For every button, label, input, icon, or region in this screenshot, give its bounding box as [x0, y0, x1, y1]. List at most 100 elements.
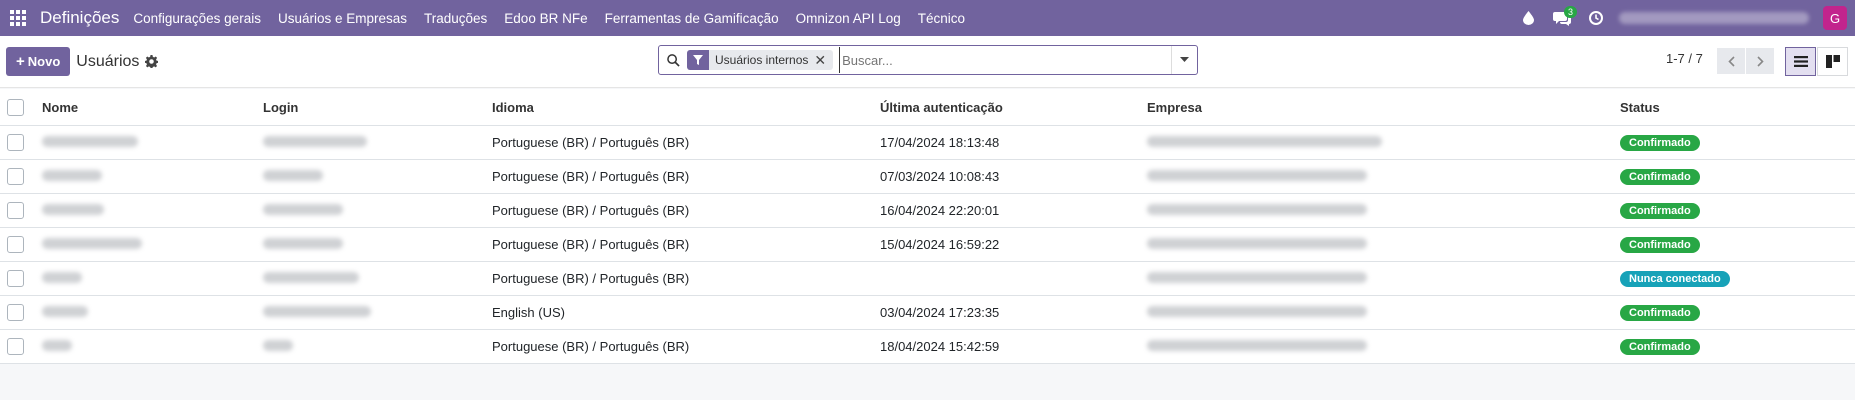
- last-auth-cell: 03/04/2024 17:23:35: [880, 305, 1000, 320]
- language-cell: English (US): [492, 305, 565, 320]
- plus-icon: +: [16, 53, 25, 70]
- app-title[interactable]: Definições: [40, 8, 119, 28]
- last-auth-cell: 17/04/2024 18:13:48: [880, 135, 1000, 150]
- control-panel: + Novo Usuários Usuários internos ✕ 1-7 …: [0, 36, 1855, 88]
- search-input[interactable]: [839, 47, 1171, 73]
- close-icon[interactable]: ✕: [814, 52, 833, 69]
- chevron-left-icon[interactable]: [1717, 48, 1745, 74]
- row-checkbox[interactable]: [7, 236, 24, 253]
- top-navbar: Definições Configurações gerais Usuários…: [0, 0, 1855, 36]
- company-cell: [1147, 339, 1367, 354]
- login-cell: [263, 305, 371, 320]
- language-cell: Portuguese (BR) / Português (BR): [492, 271, 690, 286]
- menu-item-general-settings[interactable]: Configurações gerais: [133, 11, 261, 26]
- company-cell: [1147, 305, 1367, 320]
- name-cell: [42, 339, 72, 354]
- language-cell: Portuguese (BR) / Português (BR): [492, 169, 690, 184]
- chevron-down-icon[interactable]: [1171, 46, 1197, 74]
- menu-item-omnizon-api-log[interactable]: Omnizon API Log: [796, 11, 901, 26]
- company-cell: [1147, 237, 1367, 252]
- last-auth-cell: 18/04/2024 15:42:59: [880, 339, 1000, 354]
- language-cell: Portuguese (BR) / Português (BR): [492, 135, 690, 150]
- breadcrumb: Usuários: [76, 52, 140, 70]
- login-cell: [263, 169, 323, 184]
- status-badge: Nunca conectado: [1620, 270, 1730, 287]
- menu-item-edoo-nfe[interactable]: Edoo BR NFe: [504, 11, 587, 26]
- last-auth-cell: 16/04/2024 22:20:01: [880, 203, 1000, 218]
- kanban-view-icon[interactable]: [1817, 47, 1848, 76]
- select-all-checkbox[interactable]: [7, 98, 24, 116]
- status-badge: Confirmado: [1620, 236, 1700, 253]
- user-avatar[interactable]: G: [1823, 6, 1847, 30]
- header-name[interactable]: Nome: [42, 100, 78, 115]
- table-row[interactable]: Portuguese (BR) / Português (BR) 07/03/2…: [0, 160, 1855, 194]
- table-row[interactable]: Portuguese (BR) / Português (BR) Nunca c…: [0, 262, 1855, 296]
- row-checkbox[interactable]: [7, 202, 24, 219]
- menu-item-users-companies[interactable]: Usuários e Empresas: [278, 11, 407, 26]
- droplet-icon[interactable]: [1517, 0, 1539, 36]
- chevron-right-icon[interactable]: [1746, 48, 1774, 74]
- facet-label: Usuários internos: [715, 53, 809, 67]
- login-cell: [263, 339, 293, 354]
- status-badge: Confirmado: [1620, 168, 1700, 185]
- menu-item-gamification[interactable]: Ferramentas de Gamificação: [605, 11, 779, 26]
- list-view-icon[interactable]: [1785, 47, 1816, 76]
- login-cell: [263, 237, 343, 252]
- header-status[interactable]: Status: [1620, 100, 1660, 115]
- pager-value[interactable]: 1-7 / 7: [1666, 51, 1703, 66]
- table-row[interactable]: Portuguese (BR) / Português (BR) 18/04/2…: [0, 330, 1855, 364]
- company-cell: [1147, 135, 1382, 150]
- search-facet-internal-users: Usuários internos ✕: [687, 50, 834, 70]
- name-cell: [42, 135, 138, 150]
- table-row[interactable]: Portuguese (BR) / Português (BR) 17/04/2…: [0, 126, 1855, 160]
- menu-item-translations[interactable]: Traduções: [424, 11, 487, 26]
- row-checkbox[interactable]: [7, 304, 24, 321]
- last-auth-cell: 07/03/2024 10:08:43: [880, 169, 1000, 184]
- new-button[interactable]: + Novo: [6, 47, 71, 76]
- search-bar: Usuários internos ✕: [658, 45, 1198, 75]
- chat-icon[interactable]: 3: [1551, 0, 1577, 36]
- clock-icon[interactable]: [1585, 0, 1607, 36]
- table-row[interactable]: Portuguese (BR) / Português (BR) 16/04/2…: [0, 194, 1855, 228]
- login-cell: [263, 203, 343, 218]
- navbar-systray: 3 G: [1517, 0, 1855, 36]
- company-cell: [1147, 271, 1367, 286]
- name-cell: [42, 169, 102, 184]
- header-language[interactable]: Idioma: [492, 100, 534, 115]
- status-badge: Confirmado: [1620, 134, 1700, 151]
- search-icon: [659, 53, 687, 67]
- table-header: Nome Login Idioma Última autenticação Em…: [0, 89, 1855, 126]
- status-badge: Confirmado: [1620, 304, 1700, 321]
- table-row[interactable]: English (US) 03/04/2024 17:23:35 Confirm…: [0, 296, 1855, 330]
- header-company[interactable]: Empresa: [1147, 100, 1202, 115]
- users-table: Nome Login Idioma Última autenticação Em…: [0, 89, 1855, 364]
- row-checkbox[interactable]: [7, 134, 24, 151]
- last-auth-cell: 15/04/2024 16:59:22: [880, 237, 1000, 252]
- chat-count-badge: 3: [1563, 6, 1577, 18]
- header-last-auth[interactable]: Última autenticação: [880, 100, 1003, 115]
- header-login[interactable]: Login: [263, 100, 298, 115]
- main-menu: Configurações gerais Usuários e Empresas…: [133, 11, 982, 26]
- new-button-label: Novo: [27, 54, 61, 69]
- company-cell: [1147, 203, 1367, 218]
- menu-item-technical[interactable]: Técnico: [918, 11, 965, 26]
- login-cell: [263, 271, 359, 286]
- apps-grid-icon[interactable]: [4, 0, 32, 36]
- filter-icon: [687, 50, 709, 70]
- status-badge: Confirmado: [1620, 338, 1700, 355]
- row-checkbox[interactable]: [7, 338, 24, 355]
- row-checkbox[interactable]: [7, 168, 24, 185]
- language-cell: Portuguese (BR) / Português (BR): [492, 237, 690, 252]
- name-cell: [42, 203, 104, 218]
- table-row[interactable]: Portuguese (BR) / Português (BR) 15/04/2…: [0, 228, 1855, 262]
- language-cell: Portuguese (BR) / Português (BR): [492, 203, 690, 218]
- login-cell: [263, 135, 367, 150]
- name-cell: [42, 271, 82, 286]
- company-switcher[interactable]: [1619, 12, 1809, 24]
- name-cell: [42, 305, 88, 320]
- name-cell: [42, 237, 142, 252]
- company-cell: [1147, 169, 1367, 184]
- gear-icon[interactable]: [145, 54, 159, 69]
- status-badge: Confirmado: [1620, 202, 1700, 219]
- row-checkbox[interactable]: [7, 270, 24, 287]
